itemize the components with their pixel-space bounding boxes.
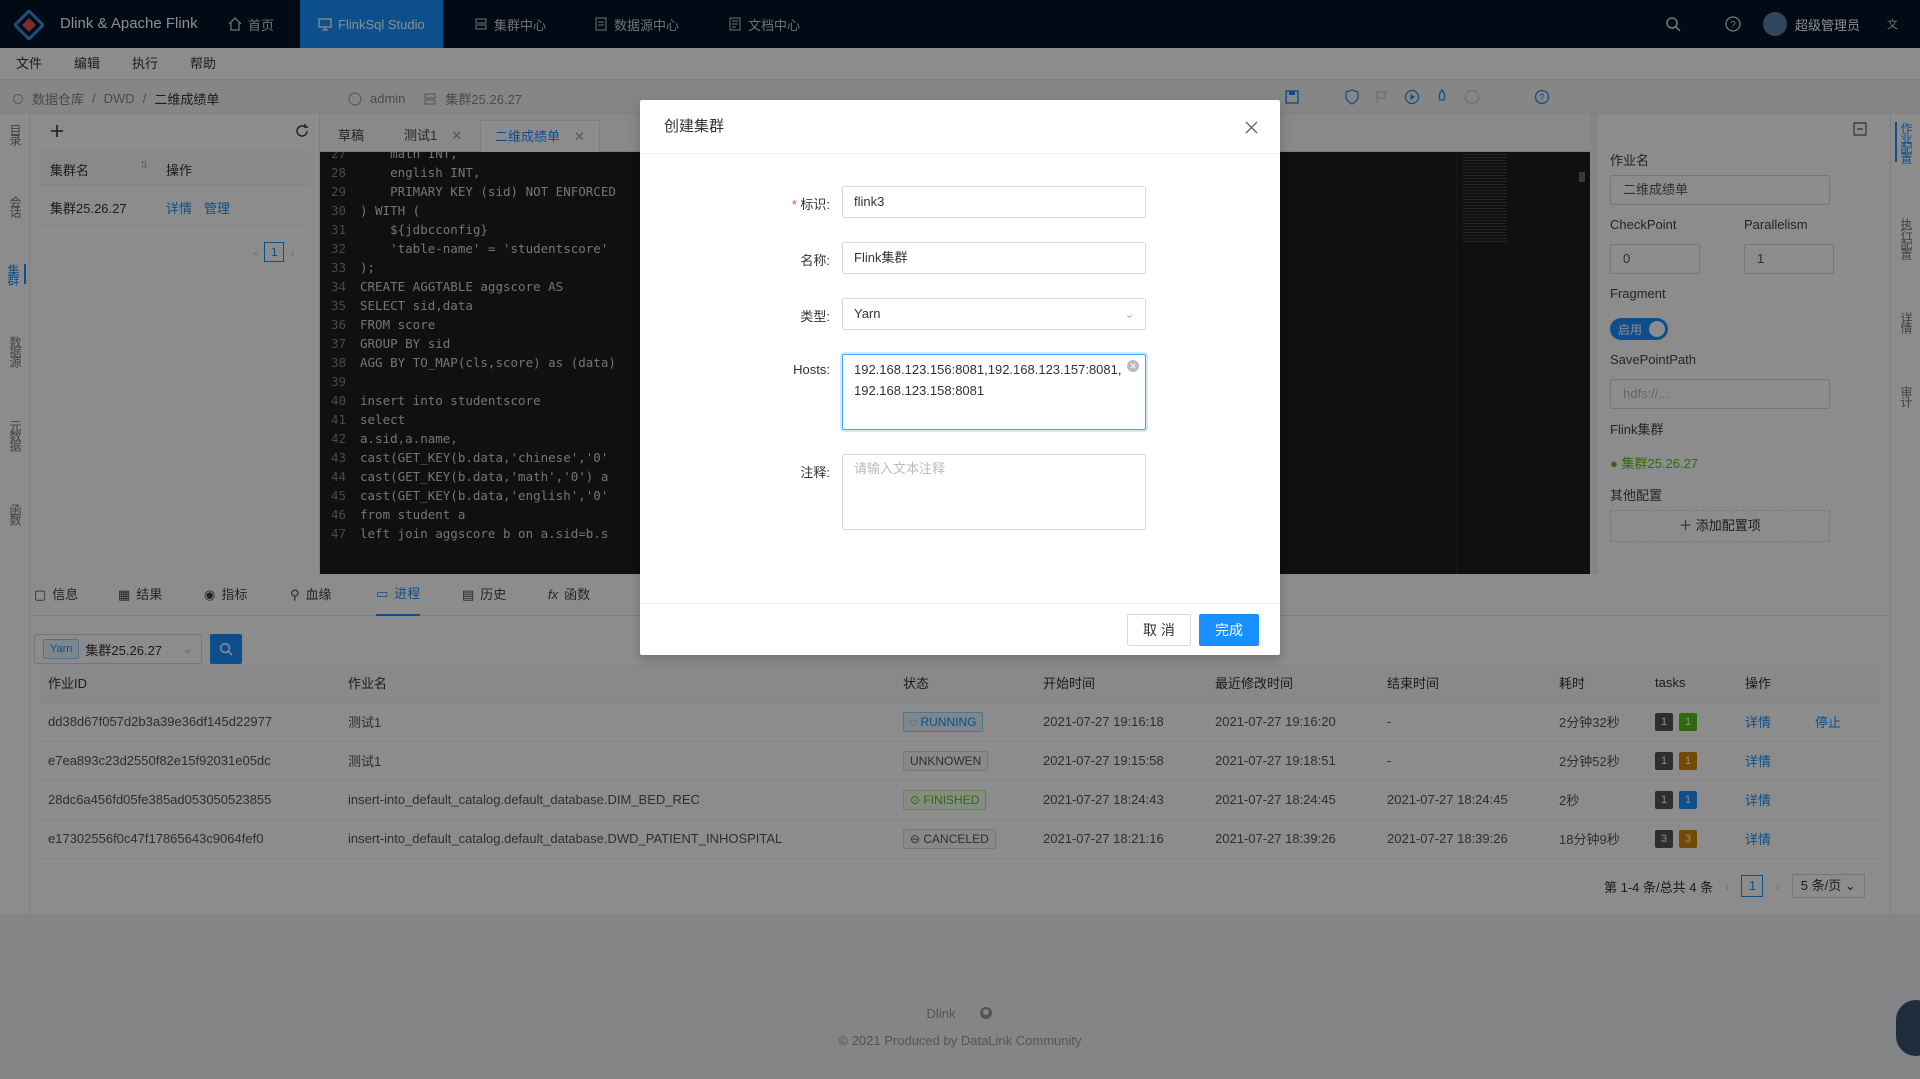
name-label: 名称: [800, 253, 830, 268]
name-input[interactable]: Flink集群 [842, 242, 1146, 274]
submit-button[interactable]: 完成 [1199, 614, 1259, 646]
cancel-button[interactable]: 取 消 [1127, 614, 1191, 646]
type-label: 类型: [800, 309, 830, 324]
dialog-footer: 取 消 完成 [640, 603, 1280, 655]
id-input[interactable]: flink3 [842, 186, 1146, 218]
dialog-header: 创建集群 [640, 100, 1280, 154]
dialog-title: 创建集群 [664, 118, 725, 135]
note-textarea[interactable]: 请输入文本注释 [842, 454, 1146, 530]
id-label: * 标识: [690, 194, 830, 213]
chevron-down-icon: ⌄ [1124, 306, 1135, 321]
floating-action-button[interactable] [1896, 1000, 1920, 1056]
hosts-textarea[interactable]: 192.168.123.156:8081,192.168.123.157:808… [842, 354, 1146, 430]
note-label: 注释: [800, 465, 830, 480]
id-label-text: 标识: [800, 197, 830, 212]
clear-icon[interactable]: ✕ [1127, 360, 1139, 372]
type-select-value: Yarn [854, 306, 881, 321]
create-cluster-dialog: 创建集群 * 标识: flink3 名称: Flink集群 类型: Yarn ⌄… [640, 100, 1280, 655]
hosts-value: 192.168.123.156:8081,192.168.123.157:808… [854, 362, 1122, 398]
type-select[interactable]: Yarn ⌄ [842, 298, 1146, 330]
close-icon[interactable] [1245, 121, 1258, 134]
hosts-label: Hosts: [793, 362, 830, 377]
